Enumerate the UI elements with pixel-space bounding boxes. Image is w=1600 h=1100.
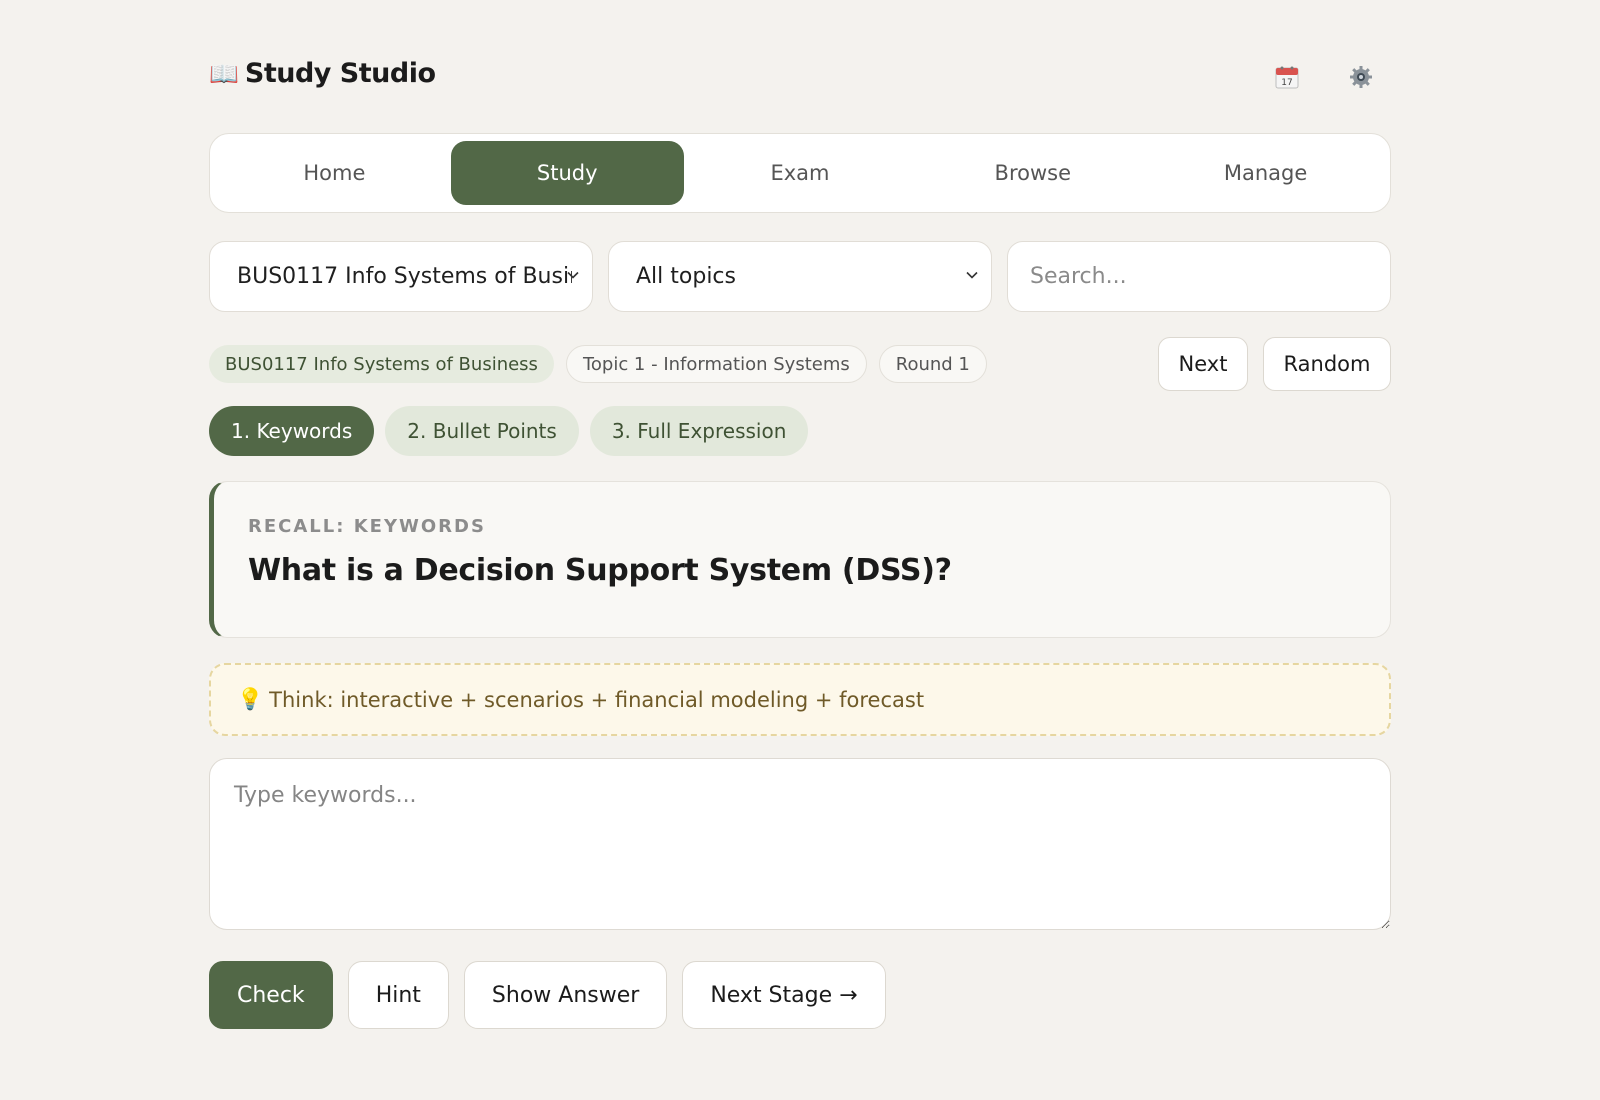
topic-chip: Topic 1 - Information Systems <box>565 345 867 383</box>
settings-button[interactable] <box>1344 60 1378 94</box>
calendar-icon: 17 <box>1275 66 1299 89</box>
brand: 📖 Study Studio <box>209 58 436 89</box>
app-title: Study Studio <box>244 58 436 89</box>
next-stage-button[interactable]: Next Stage → <box>682 961 886 1029</box>
check-button[interactable]: Check <box>209 961 333 1029</box>
question-card: RECALL: KEYWORDS What is a Decision Supp… <box>209 481 1391 638</box>
header: 📖 Study Studio 17 <box>209 50 1391 102</box>
course-select-value: BUS0117 Info Systems of Business <box>237 264 572 289</box>
topic-select[interactable]: All topics <box>608 241 992 312</box>
book-icon: 📖 <box>209 59 239 88</box>
random-button[interactable]: Random <box>1263 337 1391 391</box>
stage-selector: 1. Keywords 2. Bullet Points 3. Full Exp… <box>209 406 809 456</box>
tab-exam[interactable]: Exam <box>684 141 917 205</box>
question-label: RECALL: KEYWORDS <box>248 516 486 537</box>
context-chips: BUS0117 Info Systems of Business Topic 1… <box>209 345 987 383</box>
course-select[interactable]: BUS0117 Info Systems of Business <box>209 241 593 312</box>
course-chip: BUS0117 Info Systems of Business <box>209 345 554 383</box>
action-buttons: Check Hint Show Answer Next Stage → <box>209 961 886 1029</box>
next-button[interactable]: Next <box>1158 337 1248 391</box>
show-answer-button[interactable]: Show Answer <box>463 961 668 1029</box>
tab-browse[interactable]: Browse <box>916 141 1149 205</box>
question-text: What is a Decision Support System (DSS)? <box>248 553 952 588</box>
lightbulb-icon: 💡 <box>237 687 264 711</box>
hint-text: Think: interactive + scenarios + financi… <box>269 687 925 712</box>
answer-textarea[interactable] <box>209 758 1391 930</box>
round-chip: Round 1 <box>878 345 987 383</box>
main-tabs: Home Study Exam Browse Manage <box>209 133 1391 213</box>
hint-button[interactable]: Hint <box>347 961 449 1029</box>
tab-home[interactable]: Home <box>218 141 451 205</box>
stage-full-expression[interactable]: 3. Full Expression <box>589 406 809 456</box>
search-input[interactable] <box>1007 241 1391 312</box>
hint-box: 💡 Think: interactive + scenarios + finan… <box>209 663 1391 736</box>
topic-select-value: All topics <box>636 264 736 289</box>
chevron-down-icon <box>567 271 579 279</box>
tab-manage[interactable]: Manage <box>1149 141 1382 205</box>
chevron-down-icon <box>966 271 978 279</box>
calendar-day: 17 <box>1281 78 1292 88</box>
calendar-button[interactable]: 17 <box>1270 60 1304 94</box>
gear-icon <box>1350 66 1372 88</box>
stage-bullet-points[interactable]: 2. Bullet Points <box>385 406 579 456</box>
tab-study[interactable]: Study <box>450 141 684 205</box>
stage-keywords[interactable]: 1. Keywords <box>209 406 375 456</box>
